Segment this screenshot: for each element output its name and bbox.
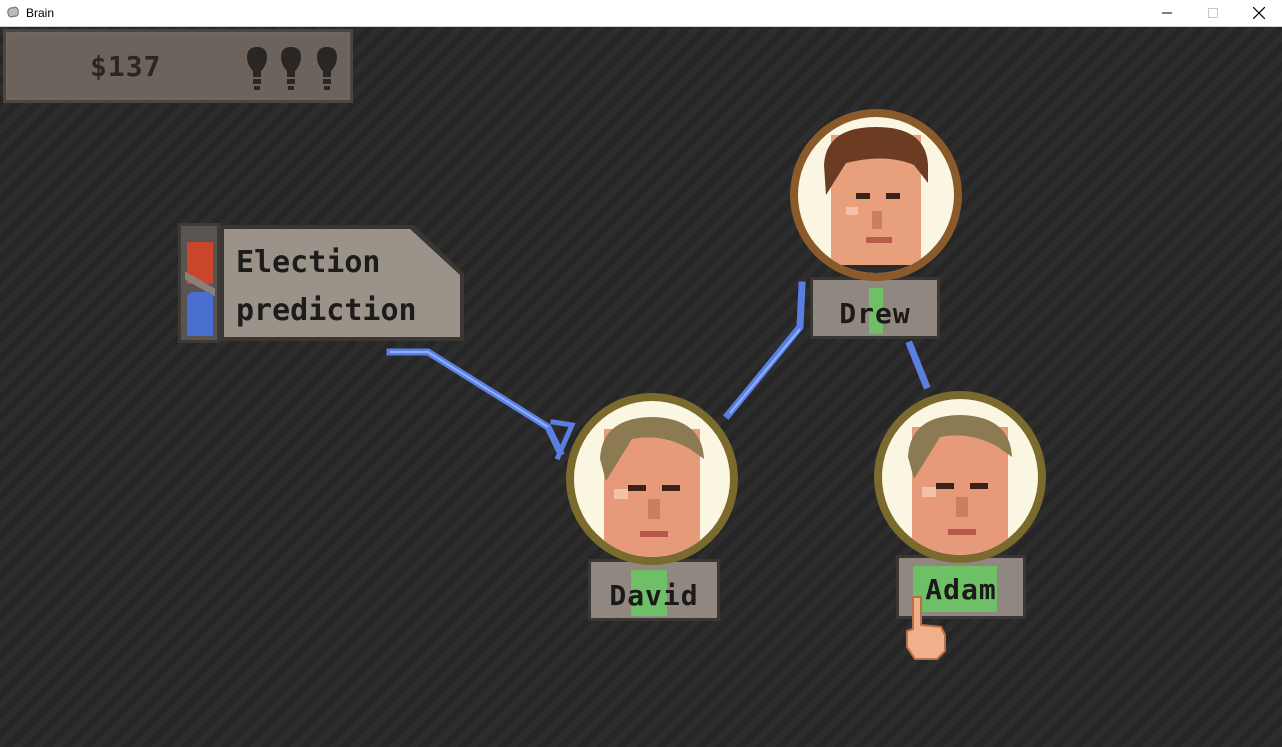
hand-cursor-icon [906, 596, 946, 660]
connection-drew-adam [905, 340, 931, 390]
close-icon [1253, 7, 1265, 19]
name-drew: Drew [839, 296, 911, 330]
connection-lines [386, 281, 931, 461]
minimize-icon [1162, 12, 1172, 14]
election-label: Election prediction [236, 239, 456, 335]
minimize-button[interactable] [1144, 0, 1190, 26]
election-meter [178, 223, 220, 343]
election-blue-fill [187, 292, 213, 336]
maximize-button[interactable] [1190, 0, 1236, 26]
close-button[interactable] [1236, 0, 1282, 26]
window-title-bar: Brain [0, 0, 1282, 27]
portrait-drew [790, 109, 962, 281]
brain-app-icon [7, 6, 19, 18]
portrait-adam [874, 391, 1046, 563]
maximize-icon [1208, 8, 1218, 18]
name-david: David [609, 578, 699, 612]
name-plate-drew: Drew [810, 277, 940, 339]
game-canvas[interactable]: $137 Election prediction Drew David Adam [0, 27, 1282, 747]
portrait-david [566, 393, 738, 565]
window-title: Brain [26, 6, 55, 20]
election-label-line1: Election [236, 245, 381, 280]
election-label-line2: prediction [236, 293, 417, 328]
connection-election-david [386, 348, 576, 461]
